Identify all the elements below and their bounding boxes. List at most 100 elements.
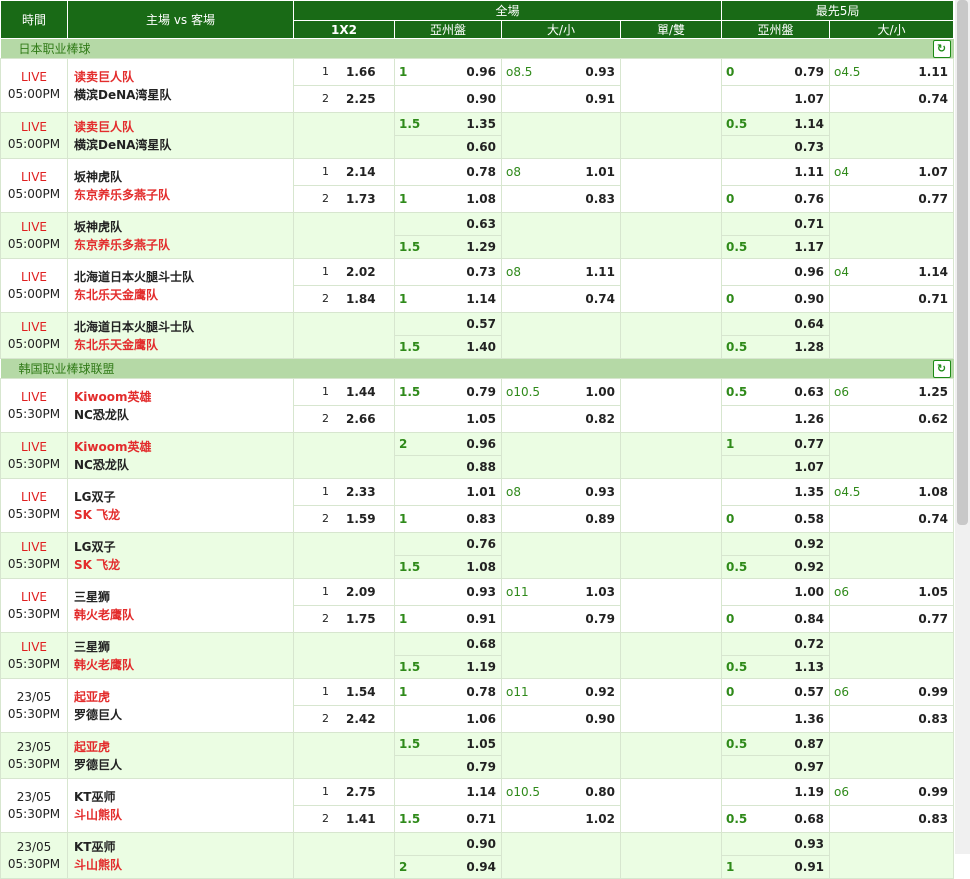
odds-1x2-cell[interactable]: 2 2.25 bbox=[293, 85, 395, 113]
odds-ou-cell[interactable]: 0.91 bbox=[501, 85, 621, 113]
home-team[interactable]: Kiwoom英雄 bbox=[74, 438, 293, 456]
home-team[interactable]: LG双子 bbox=[74, 538, 293, 556]
away-team[interactable]: 东北乐天金鹰队 bbox=[74, 286, 293, 304]
odds-ou-cell[interactable]: o11 1.03 bbox=[501, 578, 621, 606]
first5-ou-cell[interactable]: o6 1.25 bbox=[829, 378, 955, 406]
first5-asian-cell[interactable]: 0 0.58 bbox=[721, 505, 831, 533]
odds-asian-cell[interactable]: 1.5 1.40 bbox=[394, 335, 502, 359]
first5-asian-cell[interactable]: 0.96 bbox=[721, 258, 831, 286]
odds-asian-cell[interactable]: 0.57 bbox=[394, 312, 502, 336]
home-team[interactable]: 坂神虎队 bbox=[74, 168, 293, 186]
odds-ou-cell[interactable]: 0.79 bbox=[501, 605, 621, 633]
odds-asian-cell[interactable]: 1.5 1.05 bbox=[394, 732, 502, 756]
match-teams-cell[interactable]: KT巫师 斗山熊队 bbox=[67, 832, 294, 879]
odds-asian-cell[interactable]: 1.5 1.19 bbox=[394, 655, 502, 679]
odds-asian-cell[interactable]: 1.5 0.79 bbox=[394, 378, 502, 406]
first5-asian-cell[interactable]: 1 0.91 bbox=[721, 855, 831, 879]
odds-1x2-cell[interactable]: 2 2.42 bbox=[293, 705, 395, 733]
odds-1x2-cell[interactable]: 2 1.75 bbox=[293, 605, 395, 633]
match-teams-cell[interactable]: LG双子 SK 飞龙 bbox=[67, 532, 294, 579]
first5-ou-cell[interactable]: o6 0.99 bbox=[829, 778, 955, 806]
odds-ou-cell[interactable]: o8 0.93 bbox=[501, 478, 621, 506]
odds-asian-cell[interactable]: 0.78 bbox=[394, 158, 502, 186]
odds-asian-cell[interactable]: 0.90 bbox=[394, 85, 502, 113]
match-teams-cell[interactable]: KT巫师 斗山熊队 bbox=[67, 778, 294, 833]
first5-ou-cell[interactable]: 0.77 bbox=[829, 185, 955, 213]
first5-asian-cell[interactable]: 0.92 bbox=[721, 532, 831, 556]
odds-1x2-cell[interactable]: 1 2.75 bbox=[293, 778, 395, 806]
odds-asian-cell[interactable]: 1 0.78 bbox=[394, 678, 502, 706]
first5-asian-cell[interactable]: 0 0.79 bbox=[721, 58, 831, 86]
odds-asian-cell[interactable]: 0.60 bbox=[394, 135, 502, 159]
first5-ou-cell[interactable]: 0.74 bbox=[829, 505, 955, 533]
match-teams-cell[interactable]: 起亚虎 罗德巨人 bbox=[67, 678, 294, 733]
first5-asian-cell[interactable]: 0.73 bbox=[721, 135, 831, 159]
odds-asian-cell[interactable]: 1.5 1.35 bbox=[394, 112, 502, 136]
first5-asian-cell[interactable]: 1.36 bbox=[721, 705, 831, 733]
odds-asian-cell[interactable]: 0.79 bbox=[394, 755, 502, 779]
first5-ou-cell[interactable]: 0.71 bbox=[829, 285, 955, 313]
odds-asian-cell[interactable]: 1.5 1.29 bbox=[394, 235, 502, 259]
away-team[interactable]: SK 飞龙 bbox=[74, 506, 293, 524]
away-team[interactable]: 斗山熊队 bbox=[74, 856, 293, 874]
first5-asian-cell[interactable]: 1.00 bbox=[721, 578, 831, 606]
first5-ou-cell[interactable]: 0.83 bbox=[829, 705, 955, 733]
away-team[interactable]: 横滨DeNA湾星队 bbox=[74, 86, 293, 104]
odds-ou-cell[interactable]: 1.02 bbox=[501, 805, 621, 833]
match-teams-cell[interactable]: LG双子 SK 飞龙 bbox=[67, 478, 294, 533]
first5-ou-cell[interactable]: o4.5 1.08 bbox=[829, 478, 955, 506]
odds-asian-cell[interactable]: 1 0.96 bbox=[394, 58, 502, 86]
match-teams-cell[interactable]: 北海道日本火腿斗士队 东北乐天金鹰队 bbox=[67, 258, 294, 313]
home-team[interactable]: 坂神虎队 bbox=[74, 218, 293, 236]
match-teams-cell[interactable]: Kiwoom英雄 NC恐龙队 bbox=[67, 432, 294, 479]
first5-asian-cell[interactable]: 0.5 0.87 bbox=[721, 732, 831, 756]
odds-asian-cell[interactable]: 1 0.91 bbox=[394, 605, 502, 633]
first5-asian-cell[interactable]: 0 0.57 bbox=[721, 678, 831, 706]
first5-asian-cell[interactable]: 0 0.84 bbox=[721, 605, 831, 633]
first5-asian-cell[interactable]: 0.5 0.68 bbox=[721, 805, 831, 833]
odds-asian-cell[interactable]: 1 1.08 bbox=[394, 185, 502, 213]
home-team[interactable]: 三星狮 bbox=[74, 588, 293, 606]
first5-asian-cell[interactable]: 1.35 bbox=[721, 478, 831, 506]
odds-1x2-cell[interactable]: 2 1.84 bbox=[293, 285, 395, 313]
home-team[interactable]: 读卖巨人队 bbox=[74, 68, 293, 86]
match-teams-cell[interactable]: 北海道日本火腿斗士队 东北乐天金鹰队 bbox=[67, 312, 294, 359]
odds-asian-cell[interactable]: 1 0.83 bbox=[394, 505, 502, 533]
home-team[interactable]: 读卖巨人队 bbox=[74, 118, 293, 136]
odds-1x2-cell[interactable]: 2 1.41 bbox=[293, 805, 395, 833]
odds-asian-cell[interactable]: 0.88 bbox=[394, 455, 502, 479]
home-team[interactable]: LG双子 bbox=[74, 488, 293, 506]
first5-asian-cell[interactable]: 0.64 bbox=[721, 312, 831, 336]
home-team[interactable]: 北海道日本火腿斗士队 bbox=[74, 268, 293, 286]
match-teams-cell[interactable]: 读卖巨人队 横滨DeNA湾星队 bbox=[67, 112, 294, 159]
away-team[interactable]: 东北乐天金鹰队 bbox=[74, 336, 293, 354]
match-teams-cell[interactable]: 三星狮 韩火老鹰队 bbox=[67, 632, 294, 679]
first5-ou-cell[interactable]: o4 1.14 bbox=[829, 258, 955, 286]
first5-asian-cell[interactable]: 0.72 bbox=[721, 632, 831, 656]
home-team[interactable]: 北海道日本火腿斗士队 bbox=[74, 318, 293, 336]
first5-asian-cell[interactable]: 1.19 bbox=[721, 778, 831, 806]
first5-asian-cell[interactable]: 0.5 1.28 bbox=[721, 335, 831, 359]
first5-asian-cell[interactable]: 0.5 1.17 bbox=[721, 235, 831, 259]
refresh-icon[interactable]: ↻ bbox=[932, 40, 951, 58]
odds-asian-cell[interactable]: 1.01 bbox=[394, 478, 502, 506]
first5-asian-cell[interactable]: 1.26 bbox=[721, 405, 831, 433]
odds-asian-cell[interactable]: 1.5 0.71 bbox=[394, 805, 502, 833]
away-team[interactable]: 罗德巨人 bbox=[74, 706, 293, 724]
first5-ou-cell[interactable]: o6 1.05 bbox=[829, 578, 955, 606]
odds-ou-cell[interactable]: o10.5 0.80 bbox=[501, 778, 621, 806]
odds-ou-cell[interactable]: 0.82 bbox=[501, 405, 621, 433]
first5-asian-cell[interactable]: 1.07 bbox=[721, 85, 831, 113]
first5-asian-cell[interactable]: 0 0.76 bbox=[721, 185, 831, 213]
odds-ou-cell[interactable]: 0.90 bbox=[501, 705, 621, 733]
first5-asian-cell[interactable]: 0.5 0.63 bbox=[721, 378, 831, 406]
away-team[interactable]: 东京养乐多燕子队 bbox=[74, 236, 293, 254]
match-teams-cell[interactable]: 读卖巨人队 横滨DeNA湾星队 bbox=[67, 58, 294, 113]
match-teams-cell[interactable]: 坂神虎队 东京养乐多燕子队 bbox=[67, 212, 294, 259]
odds-asian-cell[interactable]: 0.90 bbox=[394, 832, 502, 856]
odds-1x2-cell[interactable]: 2 1.73 bbox=[293, 185, 395, 213]
away-team[interactable]: 斗山熊队 bbox=[74, 806, 293, 824]
odds-1x2-cell[interactable]: 1 2.09 bbox=[293, 578, 395, 606]
refresh-icon[interactable]: ↻ bbox=[932, 360, 951, 378]
away-team[interactable]: SK 飞龙 bbox=[74, 556, 293, 574]
